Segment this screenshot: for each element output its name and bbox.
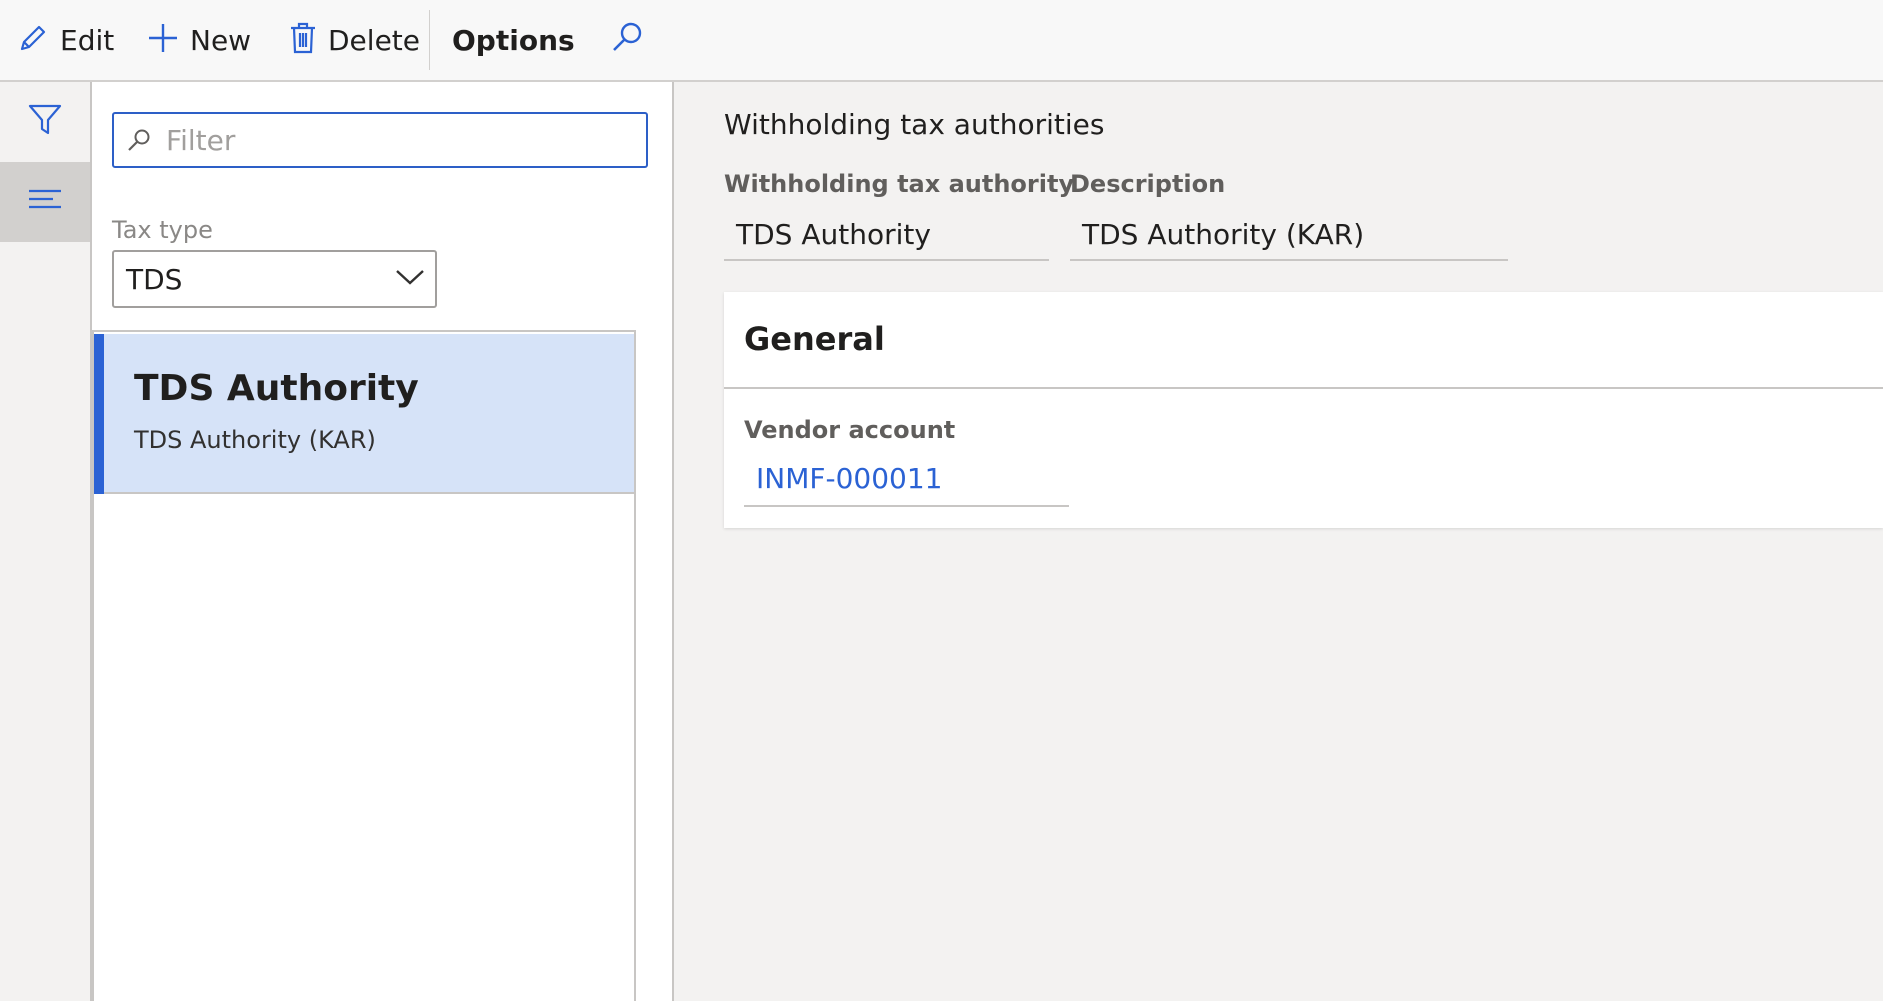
search-button[interactable]: [606, 18, 646, 58]
new-label: New: [190, 23, 252, 57]
vendor-account-label: Vendor account: [744, 416, 956, 444]
delete-label: Delete: [328, 23, 420, 57]
page-title: Withholding tax authorities: [724, 108, 1105, 141]
filter-pane-button[interactable]: [0, 82, 90, 162]
tax-type-dropdown[interactable]: TDS: [112, 250, 437, 308]
edit-button[interactable]: Edit: [16, 0, 114, 80]
description-field[interactable]: TDS Authority (KAR): [1082, 218, 1364, 251]
tax-type-label: Tax type: [112, 216, 213, 244]
selection-indicator: [94, 334, 104, 494]
filter-field[interactable]: [112, 112, 648, 168]
filter-input[interactable]: [164, 122, 628, 158]
list-view-button[interactable]: [0, 162, 90, 242]
plus-icon: [146, 21, 180, 59]
general-divider: [724, 387, 1883, 389]
search-icon: [126, 127, 152, 153]
authority-field[interactable]: TDS Authority: [736, 218, 931, 251]
general-tab-header[interactable]: General: [744, 320, 885, 358]
new-button[interactable]: New: [146, 0, 251, 80]
authority-underline: [724, 259, 1049, 261]
chevron-down-icon: [395, 267, 425, 291]
vendor-account-link[interactable]: INMF-000011: [756, 462, 942, 495]
list-item-title: TDS Authority: [134, 368, 419, 409]
options-tab[interactable]: Options: [452, 0, 575, 80]
authority-label: Withholding tax authority: [724, 170, 1075, 198]
edit-icon: [16, 21, 50, 59]
filter-icon: [27, 102, 63, 142]
toolbar-divider: [429, 10, 430, 70]
description-underline: [1070, 259, 1508, 261]
vendor-account-underline: [744, 505, 1069, 507]
search-icon: [606, 22, 646, 62]
action-pane: Edit New Delete Options: [0, 0, 1883, 82]
list-item[interactable]: TDS Authority TDS Authority (KAR): [94, 334, 634, 494]
list-item-subtitle: TDS Authority (KAR): [134, 426, 376, 454]
description-label: Description: [1070, 170, 1226, 198]
delete-button[interactable]: Delete: [288, 0, 420, 80]
edit-label: Edit: [60, 23, 115, 57]
list-icon: [27, 188, 63, 216]
tax-type-value: TDS: [126, 262, 183, 296]
trash-icon: [288, 21, 318, 59]
